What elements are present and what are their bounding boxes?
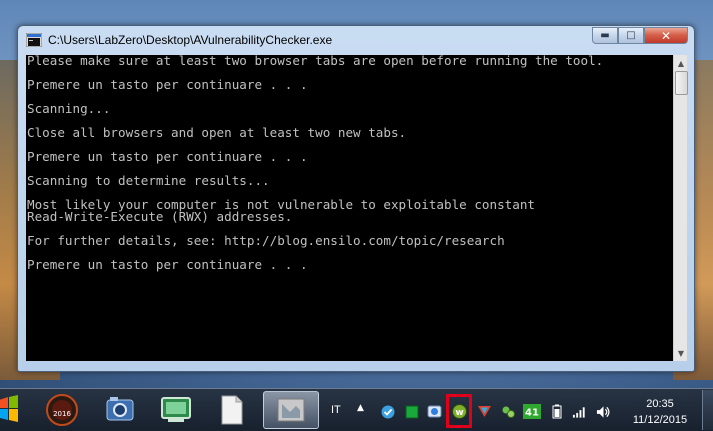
close-button[interactable]: ✕ xyxy=(644,27,688,44)
console-app-icon xyxy=(26,33,42,47)
taskbar-app-document[interactable] xyxy=(208,391,256,429)
taskbar-app-2016[interactable]: 2016 xyxy=(38,391,86,429)
taskbar-app-camera[interactable] xyxy=(96,391,144,429)
console-output[interactable]: Please make sure at least two browser ta… xyxy=(26,55,673,361)
console-line: Scanning... xyxy=(27,101,111,116)
start-orb-icon[interactable] xyxy=(0,391,20,427)
language-indicator[interactable]: IT xyxy=(331,404,341,416)
maximize-button[interactable]: □ xyxy=(618,27,644,44)
taskbar-app-console-active[interactable] xyxy=(263,391,319,429)
remote-desktop-icon xyxy=(161,397,191,422)
tray-update-icon[interactable] xyxy=(427,404,442,419)
console-line: Scanning to determine results... xyxy=(27,173,270,188)
taskbar-clock[interactable]: 20:35 11/12/2015 xyxy=(624,396,696,428)
console-line: Premere un tasto per continuare . . . xyxy=(27,149,308,164)
signal-strength-icon[interactable] xyxy=(572,404,587,419)
tray-counter-label: 41 xyxy=(525,408,539,419)
minimize-button[interactable]: ▬ xyxy=(592,27,618,44)
highlight-annotation-box xyxy=(446,394,472,428)
console-line: Read-Write-Execute (RWX) addresses. xyxy=(27,209,293,224)
tray-network-share-icon[interactable] xyxy=(501,404,516,419)
console-line: Close all browsers and open at least two… xyxy=(27,125,407,140)
taskbar-app-remote-desktop[interactable] xyxy=(152,391,200,429)
screenshot-camera-icon xyxy=(106,397,134,421)
console-line: Please make sure at least two browser ta… xyxy=(27,55,604,68)
scrollbar-thumb[interactable] xyxy=(675,71,688,95)
tray-green-square-icon[interactable] xyxy=(404,404,419,419)
badge-2016-app-icon: 2016 xyxy=(46,394,78,426)
battery-icon[interactable] xyxy=(549,404,564,419)
console-app-icon xyxy=(277,398,305,422)
tray-check-icon[interactable] xyxy=(380,404,395,419)
window-title: C:\Users\LabZero\Desktop\AVulnerabilityC… xyxy=(48,33,333,47)
window-controls: ▬ □ ✕ xyxy=(592,27,688,45)
show-hidden-icons-arrow-icon[interactable]: ▲ xyxy=(357,403,364,413)
maximize-icon: □ xyxy=(626,30,636,41)
clock-date: 11/12/2015 xyxy=(632,414,688,426)
scroll-up-arrow-icon[interactable]: ▲ xyxy=(675,56,687,70)
tray-counter-badge[interactable]: 41 xyxy=(523,404,541,419)
close-icon: ✕ xyxy=(660,28,672,43)
console-line: Premere un tasto per continuare . . . xyxy=(27,257,308,272)
tray-shield-icon[interactable] xyxy=(477,404,492,419)
console-line: For further details, see: http://blog.en… xyxy=(27,233,505,248)
badge-2016-label: 2016 xyxy=(53,410,71,418)
console-line: Premere un tasto per continuare . . . xyxy=(27,77,308,92)
clock-time: 20:35 xyxy=(646,398,674,410)
console-window: C:\Users\LabZero\Desktop\AVulnerabilityC… xyxy=(17,25,695,372)
scroll-down-arrow-icon[interactable]: ▼ xyxy=(675,346,687,360)
document-icon xyxy=(221,395,243,425)
taskbar: 2016 IT ▲ w 41 xyxy=(0,388,713,431)
show-desktop-button[interactable] xyxy=(702,390,713,430)
window-titlebar[interactable]: C:\Users\LabZero\Desktop\AVulnerabilityC… xyxy=(18,26,694,54)
vertical-scrollbar[interactable]: ▲ ▼ xyxy=(673,55,688,361)
volume-icon[interactable] xyxy=(596,404,611,419)
minimize-icon: ▬ xyxy=(600,30,610,41)
